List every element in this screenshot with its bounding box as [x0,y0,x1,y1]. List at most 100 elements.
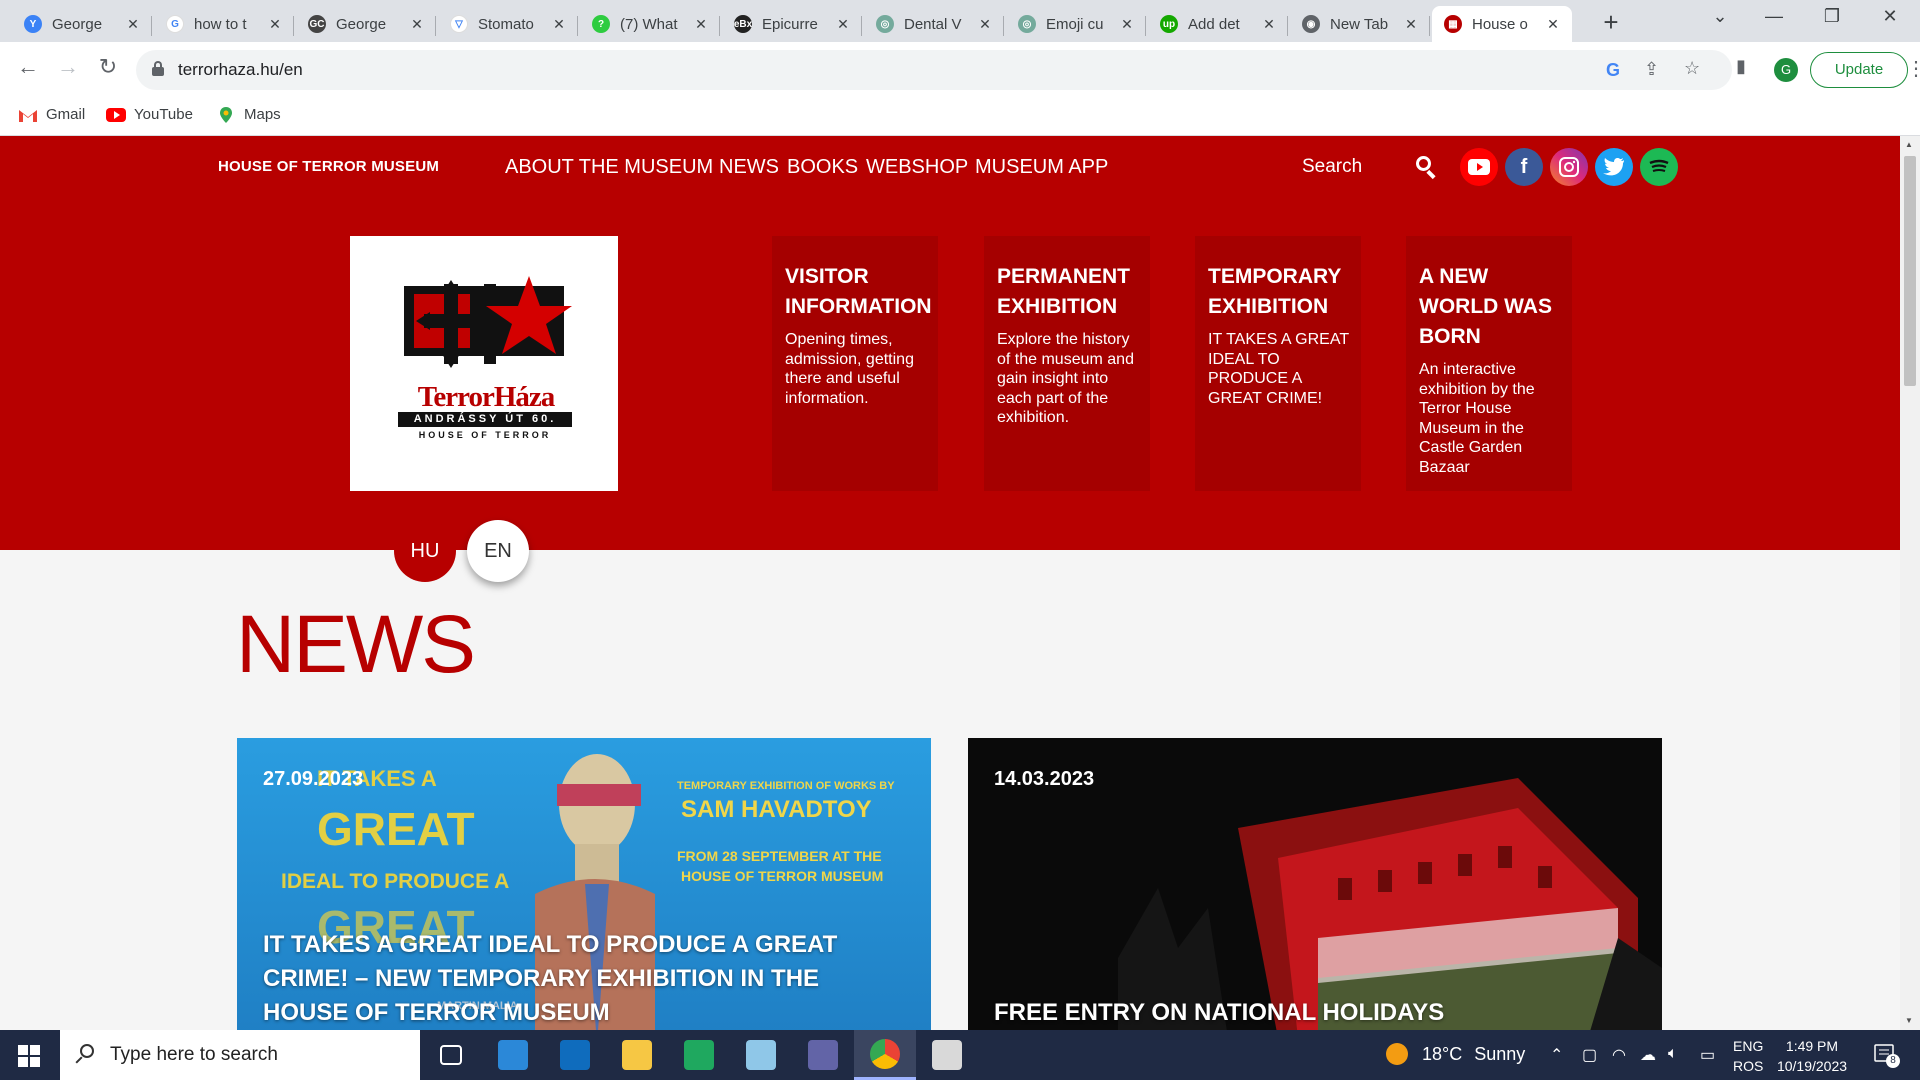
maximize-button[interactable]: ❐ [1812,6,1852,27]
menu-icon[interactable]: ⋮ [1906,56,1920,81]
weather-widget[interactable]: 18°C Sunny [1386,1043,1525,1065]
browser-tab[interactable]: ◎ Dental V ✕ [864,6,1004,42]
close-icon[interactable]: ✕ [1118,16,1136,33]
bookmark-star-icon[interactable]: ☆ [1684,58,1700,79]
taskbar-app-button[interactable] [420,1030,482,1080]
reload-button[interactable]: ↻ [92,54,124,80]
url-text[interactable]: terrorhaza.hu/en [178,60,303,80]
close-icon[interactable]: ✕ [1544,16,1562,33]
close-icon[interactable]: ✕ [124,16,142,33]
share-icon[interactable]: ⇪ [1644,59,1659,80]
language-hu-button[interactable]: HU [394,520,456,582]
taskbar-app-button[interactable] [730,1030,792,1080]
windows-start-icon[interactable] [18,1045,40,1067]
browser-tab[interactable]: ◉ New Tab ✕ [1290,6,1430,42]
nav-books[interactable]: BOOKS [787,156,858,179]
chevron-up-icon[interactable]: ⌃ [1550,1045,1563,1065]
search-icon[interactable] [1416,156,1440,180]
vector-icon: ▽ [450,15,468,33]
card-visitor-information[interactable]: VISITOR INFORMATION Opening times, admis… [772,236,938,491]
bookmark-maps[interactable]: Maps [216,106,281,123]
volume-icon[interactable]: 🔈︎ [1668,1045,1678,1063]
browser-tab[interactable]: ▦ House o ✕ [1432,6,1572,42]
wifi-icon[interactable]: ◠ [1612,1045,1626,1065]
news-title[interactable]: IT TAKES A GREAT IDEAL TO PRODUCE A GREA… [263,928,903,1030]
notification-center-icon[interactable]: 8 [1872,1042,1900,1068]
forward-button[interactable]: → [52,54,84,80]
tab-separator [1003,16,1004,36]
close-icon[interactable]: ✕ [976,16,994,33]
battery-icon[interactable]: ▭ [1700,1045,1715,1065]
teams-icon [808,1040,838,1070]
news-card[interactable]: 14.03.2023 FREE ENTRY ON NATIONAL HOLIDA… [968,738,1662,1030]
nav-about-the-museum[interactable]: ABOUT THE MUSEUM [505,156,713,179]
address-bar[interactable]: terrorhaza.hu/en G ⇪ ☆ [136,50,1732,90]
close-icon[interactable]: ✕ [692,16,710,33]
system-clock[interactable]: 1:49 PM 10/19/2023 [1772,1036,1852,1076]
facebook-icon[interactable]: f [1505,148,1543,186]
twitter-icon[interactable] [1595,148,1633,186]
instagram-icon[interactable] [1550,148,1588,186]
page-scrollbar[interactable]: ▲ ▼ [1900,136,1920,1030]
bookmark-gmail[interactable]: Gmail [18,106,85,123]
profile-avatar[interactable]: G [1774,58,1798,82]
browser-tab[interactable]: GC George ✕ [296,6,436,42]
minimize-button[interactable]: — [1754,6,1794,27]
taskbar-app-button[interactable] [792,1030,854,1080]
browser-tab[interactable]: ▽ Stomato ✕ [438,6,578,42]
card-a-new-world-was-born[interactable]: A NEW WORLD WAS BORN An interactive exhi… [1406,236,1572,491]
close-icon[interactable]: ✕ [1260,16,1278,33]
taskbar-search-placeholder[interactable]: Type here to search [110,1044,278,1066]
language-en-button[interactable]: EN [467,520,529,582]
close-window-button[interactable]: ✕ [1870,6,1910,27]
site-brand-link[interactable]: HOUSE OF TERROR MUSEUM [218,158,439,175]
google-lens-icon[interactable]: G [1606,60,1620,81]
bookmark-youtube[interactable]: YouTube [106,106,193,123]
youtube-icon[interactable] [1460,148,1498,186]
browser-tab[interactable]: ◎ Emoji cu ✕ [1006,6,1146,42]
taskbar-app-button[interactable] [544,1030,606,1080]
close-icon[interactable]: ✕ [1402,16,1420,33]
spotify-icon[interactable] [1640,148,1678,186]
taskbar-app-button[interactable] [916,1030,978,1080]
tab-separator [1429,16,1430,36]
side-panel-icon[interactable]: ▮ [1736,56,1746,77]
museum-logo[interactable]: TerrorHáza ANDRÁSSY ÚT 60. HOUSE OF TERR… [350,236,618,491]
close-icon[interactable]: ✕ [408,16,426,33]
taskbar-app-button[interactable] [482,1030,544,1080]
news-card[interactable]: IT TAKES A GREAT IDEAL TO PRODUCE A GREA… [237,738,931,1030]
scrollbar-thumb[interactable] [1904,156,1916,386]
tab-separator [1145,16,1146,36]
browser-tab[interactable]: up Add det ✕ [1148,6,1288,42]
back-button[interactable]: ← [12,54,44,80]
nav-news[interactable]: NEWS [719,156,779,179]
taskbar-search-box[interactable]: Type here to search [60,1030,420,1080]
lock-icon[interactable] [152,61,164,76]
close-icon[interactable]: ✕ [550,16,568,33]
nav-webshop[interactable]: WEBSHOP [866,156,968,179]
card-permanent-exhibition[interactable]: PERMANENT EXHIBITION Explore the history… [984,236,1150,491]
browser-tab[interactable]: eBx Epicurre ✕ [722,6,862,42]
nav-museum-app[interactable]: MUSEUM APP [975,156,1108,179]
search-input[interactable]: Search [1302,156,1362,178]
browser-tab[interactable]: Y George ✕ [12,6,152,42]
meet-now-icon[interactable]: ▢ [1582,1045,1597,1065]
update-button[interactable]: Update [1810,52,1908,88]
taskbar-app-button[interactable] [606,1030,668,1080]
tab-search-icon[interactable]: ⌄ [1700,6,1740,27]
card-temporary-exhibition[interactable]: TEMPORARY EXHIBITION IT TAKES A GREAT ID… [1195,236,1361,491]
new-tab-button[interactable]: + [1596,7,1626,38]
browser-tab[interactable]: Ghow to t ✕ [154,6,294,42]
news-title[interactable]: FREE ENTRY ON NATIONAL HOLIDAYS [994,996,1634,1030]
input-language-indicator[interactable]: ENG ROS [1733,1036,1763,1076]
browser-tab[interactable]: ? (7) What ✕ [580,6,720,42]
maps-icon [220,106,232,123]
taskbar-app-button[interactable] [854,1030,916,1080]
tab-title: Add det [1188,15,1240,33]
scroll-down-arrow-icon[interactable]: ▼ [1905,1016,1913,1025]
onedrive-icon[interactable]: ☁ [1640,1045,1656,1065]
close-icon[interactable]: ✕ [266,16,284,33]
scroll-up-arrow-icon[interactable]: ▲ [1905,140,1913,149]
taskbar-app-button[interactable] [668,1030,730,1080]
close-icon[interactable]: ✕ [834,16,852,33]
